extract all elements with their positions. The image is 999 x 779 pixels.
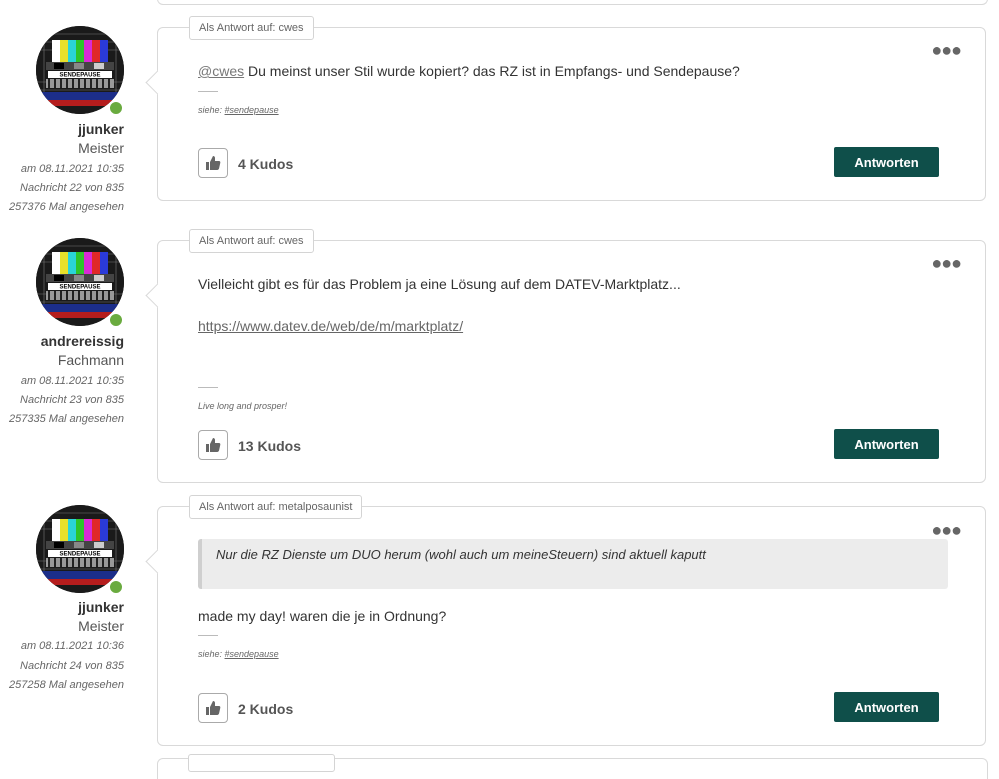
message-number: Nachricht 24 von 835	[20, 660, 124, 672]
post-date[interactable]: am 08.11.2021 10:35	[21, 375, 124, 387]
reply-button[interactable]: Antworten	[834, 429, 939, 459]
online-status-dot	[108, 579, 124, 595]
reply-to-tag[interactable]: Als Antwort auf: cwes	[189, 229, 314, 253]
post-text: made my day! waren die je in Ordnung?	[198, 608, 447, 624]
kudos-count: 4 Kudos	[238, 156, 294, 172]
thumbs-up-icon	[206, 701, 221, 715]
thumbs-up-icon	[206, 438, 221, 452]
post-text: Vielleicht gibt es für das Problem ja ei…	[198, 276, 681, 292]
next-post-reply-tag[interactable]	[188, 754, 335, 772]
signature-prefix: siehe:	[198, 649, 225, 659]
card-pointer	[145, 70, 170, 95]
kudo-button[interactable]	[198, 430, 228, 460]
signature: siehe: #sendepause	[198, 105, 279, 115]
reply-to-tag[interactable]: Als Antwort auf: cwes	[189, 16, 314, 40]
ellipsis-icon[interactable]: ●●●	[931, 254, 962, 272]
post-body: @cwes Du meinst unser Stil wurde kopiert…	[198, 63, 740, 79]
message-number: Nachricht 23 von 835	[20, 394, 124, 406]
thumbs-up-icon	[206, 156, 221, 170]
author-rank: Meister	[78, 618, 124, 634]
signature: siehe: #sendepause	[198, 649, 279, 659]
post-date[interactable]: am 08.11.2021 10:36	[21, 640, 124, 652]
card-pointer	[145, 283, 170, 308]
signature-prefix: siehe:	[198, 105, 225, 115]
online-status-dot	[108, 100, 124, 116]
kudos-count: 13 Kudos	[238, 438, 302, 454]
kudo-button[interactable]	[198, 693, 228, 723]
ellipsis-icon[interactable]: ●●●	[931, 521, 962, 539]
svg-text:SENDEPAUSE: SENDEPAUSE	[60, 73, 101, 79]
signature-divider	[198, 635, 218, 636]
ellipsis-icon[interactable]: ●●●	[931, 41, 962, 59]
post-text: Du meinst unser Stil wurde kopiert? das …	[244, 63, 740, 79]
card-pointer	[145, 549, 170, 574]
message-number: Nachricht 22 von 835	[20, 182, 124, 194]
svg-text:SENDEPAUSE: SENDEPAUSE	[60, 552, 101, 558]
view-count: 257258 Mal angesehen	[9, 679, 124, 691]
user-mention-link[interactable]: @cwes	[198, 63, 244, 79]
post-card: Als Antwort auf: metalposaunist ●●● Nur …	[145, 495, 986, 746]
post-card: Als Antwort auf: cwes ●●● @cwes Du meins…	[145, 16, 986, 201]
author-name[interactable]: andrereissig	[41, 333, 124, 349]
view-count: 257376 Mal angesehen	[9, 201, 124, 213]
svg-text:SENDEPAUSE: SENDEPAUSE	[60, 285, 101, 291]
post-author-panel: SENDEPAUSE jjunker Meister am 08.11.2021…	[0, 0, 132, 220]
previous-post-card	[157, 0, 988, 5]
signature-divider	[198, 387, 218, 388]
hashtag-link[interactable]: #sendepause	[225, 105, 279, 115]
reply-button[interactable]: Antworten	[834, 147, 939, 177]
post-author-panel: SENDEPAUSE jjunker Meister am 08.11.2021…	[0, 487, 132, 707]
marketplace-link[interactable]: https://www.datev.de/web/de/m/marktplatz…	[198, 318, 463, 334]
author-name[interactable]: jjunker	[78, 121, 124, 137]
post-card: Als Antwort auf: cwes ●●● Vielleicht gib…	[145, 229, 986, 483]
kudos-count: 2 Kudos	[238, 701, 294, 717]
quote-text: Nur die RZ Dienste um DUO herum (wohl au…	[216, 547, 706, 562]
signature-divider	[198, 91, 218, 92]
hashtag-link[interactable]: #sendepause	[225, 649, 279, 659]
reply-to-tag[interactable]: Als Antwort auf: metalposaunist	[189, 495, 363, 519]
author-name[interactable]: jjunker	[78, 599, 124, 615]
reply-button[interactable]: Antworten	[834, 692, 939, 722]
author-rank: Fachmann	[57, 352, 124, 368]
signature: Live long and prosper!	[198, 401, 288, 411]
online-status-dot	[108, 312, 124, 328]
post-author-panel: SENDEPAUSE andrereissig Fachmann am 08.1…	[0, 220, 132, 440]
quote-block: Nur die RZ Dienste um DUO herum (wohl au…	[198, 539, 948, 589]
view-count: 257335 Mal angesehen	[9, 413, 124, 425]
kudo-button[interactable]	[198, 148, 228, 178]
post-date[interactable]: am 08.11.2021 10:35	[21, 163, 124, 175]
author-rank: Meister	[78, 140, 124, 156]
